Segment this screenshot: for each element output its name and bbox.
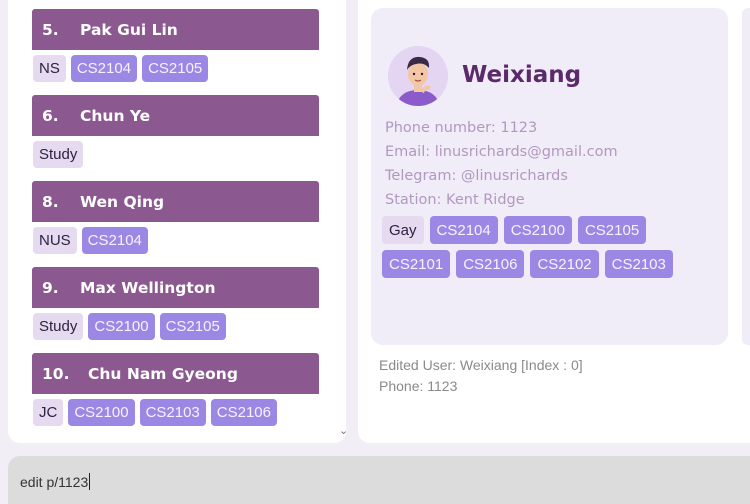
text-caret [89, 473, 91, 490]
person-card[interactable]: 5. Pak Gui Lin NS CS2104 CS2105 [32, 9, 319, 82]
person-index: 5. [42, 20, 59, 39]
module-tag: CS2105 [159, 313, 226, 340]
person-index: 10. [42, 364, 70, 383]
person-list[interactable]: 5. Pak Gui Lin NS CS2104 CS2105 6. Chun … [32, 9, 319, 439]
module-tag: CS2104 [429, 216, 498, 244]
module-tag: CS2102 [530, 250, 599, 278]
avatar-illustration [388, 46, 448, 106]
person-index: 6. [42, 106, 59, 125]
profile-card: Weixiang Phone number: 1123 Email: linus… [371, 8, 728, 345]
detail-panel: Weixiang Phone number: 1123 Email: linus… [358, 0, 750, 443]
person-tag: Study [33, 313, 84, 340]
module-tag: CS2105 [142, 55, 209, 82]
module-tag: CS2106 [456, 250, 525, 278]
person-name: Chu Nam Gyeong [88, 364, 238, 383]
avatar [388, 46, 448, 106]
module-tag: CS2103 [139, 399, 206, 426]
person-card-header: 6. Chun Ye [32, 95, 319, 136]
profile-email: Email: linusrichards@gmail.com [385, 144, 618, 160]
profile-phone: Phone number: 1123 [385, 120, 538, 136]
profile-station: Station: Kent Ridge [385, 192, 525, 208]
module-tag: CS2104 [70, 55, 138, 82]
person-list-panel: 5. Pak Gui Lin NS CS2104 CS2105 6. Chun … [8, 0, 346, 443]
person-card-header: 10. Chu Nam Gyeong [32, 353, 319, 394]
person-card[interactable]: 10. Chu Nam Gyeong JC CS2100 CS2103 CS21… [32, 353, 319, 426]
command-box[interactable]: edit p/1123 [8, 456, 750, 504]
module-tag: CS2105 [577, 216, 647, 244]
person-tags: NS CS2104 CS2105 [32, 55, 319, 82]
result-message: Edited User: Weixiang [Index : 0] [379, 357, 583, 373]
person-card-header: 9. Max Wellington [32, 267, 319, 308]
module-tag: CS2100 [503, 216, 572, 244]
person-card[interactable]: 8. Wen Qing NUS CS2104 [32, 181, 319, 254]
person-card[interactable]: 6. Chun Ye Study [32, 95, 319, 168]
profile-tags: Gay CS2104 CS2100 CS2105 CS2101 CS2106 C… [382, 216, 712, 278]
person-name: Pak Gui Lin [80, 20, 178, 39]
module-tag: CS2106 [210, 399, 277, 426]
person-tags: Study [32, 141, 319, 168]
person-tags: Study CS2100 CS2105 [32, 313, 319, 340]
person-tag: NUS [33, 227, 77, 254]
person-name: Wen Qing [80, 192, 165, 211]
profile-telegram: Telegram: @linusrichards [385, 168, 568, 184]
person-card[interactable]: 9. Max Wellington Study CS2100 CS2105 [32, 267, 319, 340]
module-tag: CS2104 [81, 227, 148, 254]
module-tag: CS2103 [604, 250, 673, 278]
person-tags: JC CS2100 CS2103 CS2106 [32, 399, 319, 426]
person-name: Max Wellington [80, 278, 216, 297]
person-index: 8. [42, 192, 59, 211]
module-tag: CS2100 [68, 399, 135, 426]
person-index: 9. [42, 278, 59, 297]
person-card-header: 5. Pak Gui Lin [32, 9, 319, 50]
profile-name: Weixiang [462, 62, 582, 88]
person-name: Chun Ye [80, 106, 151, 125]
chevron-down-icon[interactable]: ⌄ [339, 424, 346, 437]
person-card-header: 8. Wen Qing [32, 181, 319, 222]
next-card-edge [742, 8, 750, 345]
command-input[interactable]: edit p/1123 [20, 473, 91, 490]
person-tag: NS [33, 55, 66, 82]
result-phone: Phone: 1123 [379, 378, 458, 394]
profile-tag: Gay [382, 216, 424, 244]
command-value: edit p/1123 [20, 474, 89, 490]
person-tags: NUS CS2104 [32, 227, 319, 254]
module-tag: CS2100 [88, 313, 155, 340]
module-tag: CS2101 [382, 250, 451, 278]
person-tag: JC [33, 399, 64, 426]
person-tag: Study [33, 141, 84, 168]
